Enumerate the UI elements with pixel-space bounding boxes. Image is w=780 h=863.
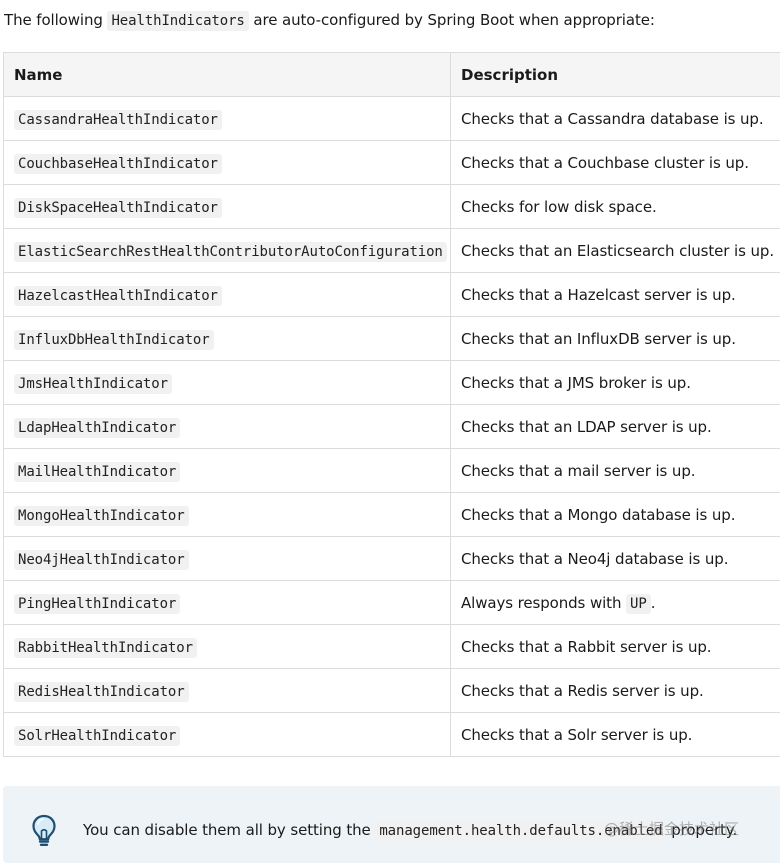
- header-name: Name: [3, 52, 451, 97]
- indicator-name: CassandraHealthIndicator: [14, 109, 222, 130]
- name-cell: ElasticSearchRestHealthContributorAutoCo…: [3, 228, 451, 273]
- intro-code: HealthIndicators: [107, 11, 249, 31]
- description-cell: Checks that a Solr server is up.: [450, 712, 780, 757]
- description-cell: Always responds with UP.: [450, 580, 780, 625]
- table-row: JmsHealthIndicator Checks that a JMS brok…: [3, 360, 780, 405]
- indicator-name: MongoHealthIndicator: [14, 505, 189, 526]
- name-cell: LdapHealthIndicator: [3, 404, 451, 449]
- indicator-name: DiskSpaceHealthIndicator: [14, 197, 222, 218]
- description-text: Checks that a Mongo database is up.: [461, 505, 736, 524]
- description-cell: Checks that a Neo4j database is up.: [450, 536, 780, 581]
- name-cell: RedisHealthIndicator: [3, 668, 451, 713]
- intro-paragraph: The following HealthIndicators are auto-…: [4, 8, 655, 32]
- table-row: ElasticSearchRestHealthContributorAutoCo…: [3, 228, 780, 273]
- indicator-name: JmsHealthIndicator: [14, 373, 172, 394]
- description-text: Checks that a Hazelcast server is up.: [461, 285, 736, 304]
- description-text: Checks that an LDAP server is up.: [461, 417, 712, 436]
- name-cell: CouchbaseHealthIndicator: [3, 140, 451, 185]
- indicator-name: ElasticSearchRestHealthContributorAutoCo…: [14, 241, 447, 262]
- indicator-name: HazelcastHealthIndicator: [14, 285, 222, 306]
- description-cell: Checks that a mail server is up.: [450, 448, 780, 493]
- name-cell: InfluxDbHealthIndicator: [3, 316, 451, 361]
- description-text: Checks that a JMS broker is up.: [461, 373, 691, 392]
- description-cell: Checks that a Hazelcast server is up.: [450, 272, 780, 317]
- name-cell: MongoHealthIndicator: [3, 492, 451, 537]
- indicator-name: InfluxDbHealthIndicator: [14, 329, 214, 350]
- indicator-name: RedisHealthIndicator: [14, 681, 189, 702]
- health-indicators-table: Name Description CassandraHealthIndicato…: [3, 52, 780, 757]
- description-cell: Checks that a Rabbit server is up.: [450, 624, 780, 669]
- description-text: Checks that a Neo4j database is up.: [461, 549, 729, 568]
- header-description: Description: [450, 52, 780, 97]
- description-text: Checks that a Rabbit server is up.: [461, 637, 712, 656]
- name-cell: SolrHealthIndicator: [3, 712, 451, 757]
- table-row: HazelcastHealthIndicator Checks that a Ha…: [3, 272, 780, 317]
- name-cell: DiskSpaceHealthIndicator: [3, 184, 451, 229]
- name-cell: JmsHealthIndicator: [3, 360, 451, 405]
- table-row: RedisHealthIndicator Checks that a Redis …: [3, 668, 780, 713]
- table-row: MailHealthIndicator Checks that a mail se…: [3, 448, 780, 493]
- indicator-name: PingHealthIndicator: [14, 593, 181, 614]
- description-cell: Checks that a Cassandra database is up.: [450, 96, 780, 141]
- table-row: SolrHealthIndicator Checks that a Solr se…: [3, 712, 780, 757]
- description-text: Always responds with: [461, 593, 627, 612]
- table-row: MongoHealthIndicator Checks that a Mongo …: [3, 492, 780, 537]
- name-cell: HazelcastHealthIndicator: [3, 272, 451, 317]
- indicator-name: MailHealthIndicator: [14, 461, 181, 482]
- indicator-name: SolrHealthIndicator: [14, 725, 181, 746]
- watermark: @稀土掘金技术社区: [604, 820, 740, 838]
- table-header-row: Name Description: [3, 52, 780, 97]
- table-row: RabbitHealthIndicator Checks that a Rabbi…: [3, 624, 780, 669]
- description-cell: Checks that a Redis server is up.: [450, 668, 780, 713]
- description-cell: Checks that a Couchbase cluster is up.: [450, 140, 780, 185]
- lightbulb-icon: [31, 814, 57, 848]
- name-cell: MailHealthIndicator: [3, 448, 451, 493]
- table-body: CassandraHealthIndicator Checks that a Ca…: [3, 96, 780, 757]
- table-row: PingHealthIndicator Always responds with …: [3, 580, 780, 625]
- description-text: Checks that a Solr server is up.: [461, 725, 693, 744]
- name-cell: Neo4jHealthIndicator: [3, 536, 451, 581]
- description-cell: Checks for low disk space.: [450, 184, 780, 229]
- table-row: InfluxDbHealthIndicator Checks that an In…: [3, 316, 780, 361]
- intro-prefix: The following: [4, 11, 108, 29]
- description-cell: Checks that an LDAP server is up.: [450, 404, 780, 449]
- description-text: Checks that a Redis server is up.: [461, 681, 704, 700]
- description-code: UP: [626, 593, 651, 614]
- description-text: Checks that a mail server is up.: [461, 461, 696, 480]
- description-cell: Checks that an InfluxDB server is up.: [450, 316, 780, 361]
- description-cell: Checks that a Mongo database is up.: [450, 492, 780, 537]
- intro-suffix: are auto-configured by Spring Boot when …: [248, 11, 655, 29]
- description-text: Checks that an InfluxDB server is up.: [461, 329, 736, 348]
- name-cell: RabbitHealthIndicator: [3, 624, 451, 669]
- indicator-name: Neo4jHealthIndicator: [14, 549, 189, 570]
- description-text: Checks that a Couchbase cluster is up.: [461, 153, 749, 172]
- indicator-name: RabbitHealthIndicator: [14, 637, 197, 658]
- description-text: Checks for low disk space.: [461, 197, 657, 216]
- indicator-name: CouchbaseHealthIndicator: [14, 153, 222, 174]
- description-cell: Checks that a JMS broker is up.: [450, 360, 780, 405]
- table-row: CassandraHealthIndicator Checks that a Ca…: [3, 96, 780, 141]
- name-cell: CassandraHealthIndicator: [3, 96, 451, 141]
- description-text: Checks that an Elasticsearch cluster is …: [461, 241, 774, 260]
- description-text: Checks that a Cassandra database is up.: [461, 109, 764, 128]
- description-suffix: .: [650, 593, 656, 612]
- indicator-name: LdapHealthIndicator: [14, 417, 181, 438]
- description-cell: Checks that an Elasticsearch cluster is …: [450, 228, 780, 273]
- table-row: LdapHealthIndicator Checks that an LDAP s…: [3, 404, 780, 449]
- table-row: Neo4jHealthIndicator Checks that a Neo4j …: [3, 536, 780, 581]
- tip-prefix: You can disable them all by setting the: [83, 821, 376, 839]
- table-row: CouchbaseHealthIndicator Checks that a Co…: [3, 140, 780, 185]
- table-row: DiskSpaceHealthIndicator Checks for low d…: [3, 184, 780, 229]
- name-cell: PingHealthIndicator: [3, 580, 451, 625]
